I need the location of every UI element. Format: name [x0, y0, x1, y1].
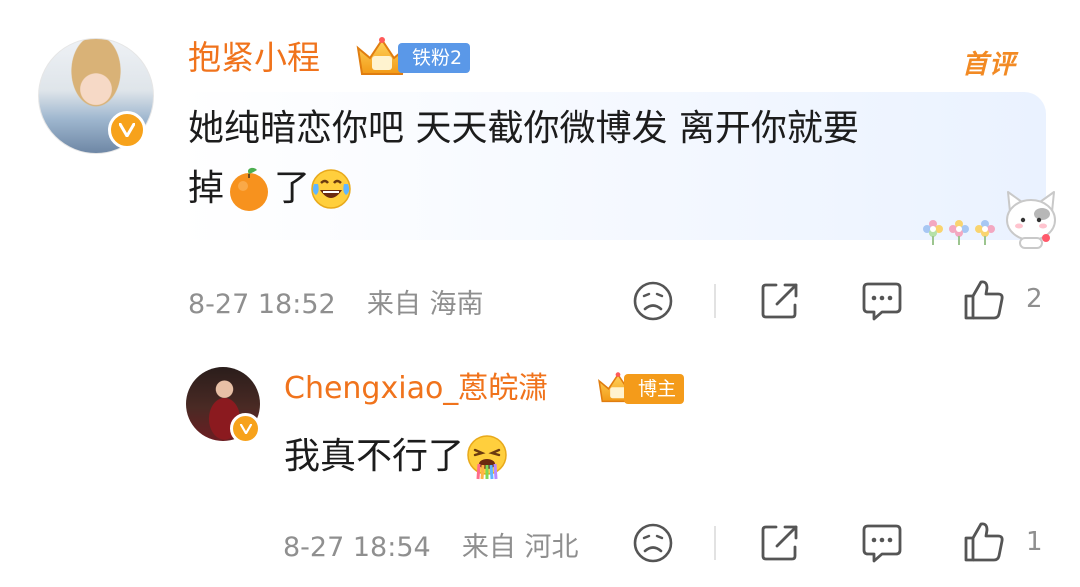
fan-badge: 铁粉2	[398, 43, 471, 73]
comment-button[interactable]	[858, 520, 906, 566]
vomit-rainbow-emoji	[467, 435, 507, 480]
verified-icon	[108, 111, 146, 149]
comment-icon	[862, 282, 902, 321]
comment-meta: 8-27 18:52 来自 海南	[188, 282, 483, 321]
username[interactable]: Chengxiao_蒽皖潇	[284, 369, 548, 409]
verified-icon	[230, 413, 261, 444]
reply-location: 来自 河北	[461, 532, 579, 563]
like-button[interactable]	[960, 518, 1008, 566]
dislike-button[interactable]	[630, 520, 676, 566]
like-count: 1	[1026, 527, 1043, 557]
flower-decoration	[922, 218, 996, 246]
share-button[interactable]	[756, 278, 804, 324]
author-badge: 博主	[624, 374, 685, 404]
like-icon	[964, 280, 1004, 320]
comment-text-line2: 掉 了	[188, 160, 352, 218]
sad-face-icon	[633, 281, 673, 321]
tangerine-emoji	[230, 167, 269, 211]
sad-face-icon	[633, 523, 673, 563]
reply-text-line: 我真不行了	[284, 428, 510, 486]
reply-time: 8-27 18:54	[283, 532, 431, 563]
comment-icon	[862, 524, 902, 563]
divider	[714, 284, 716, 318]
comment-text: 她纯暗恋你吧 天天截你微博发 离开你就要	[188, 108, 859, 149]
flower-icon	[949, 220, 969, 245]
flower-icon	[975, 220, 995, 245]
comment-button[interactable]	[858, 278, 906, 324]
cat-sticker-icon	[1006, 191, 1056, 249]
laugh-cry-emoji	[311, 169, 351, 209]
share-icon	[761, 283, 798, 319]
flower-icon	[923, 220, 943, 245]
like-button[interactable]	[960, 276, 1008, 324]
comment-location: 来自 海南	[366, 289, 484, 320]
dislike-button[interactable]	[630, 278, 676, 324]
share-button[interactable]	[756, 520, 804, 566]
reply-text: 我真不行了	[284, 436, 465, 477]
reply-meta: 8-27 18:54 来自 河北	[283, 525, 578, 564]
divider	[714, 526, 716, 560]
username[interactable]: 抱紧小程	[188, 38, 320, 78]
comment-text-fragment: 了	[274, 168, 311, 209]
first-comment-tag: 首评	[962, 50, 1017, 80]
like-count: 2	[1026, 284, 1043, 314]
share-icon	[761, 525, 798, 561]
comment-time: 8-27 18:52	[188, 289, 336, 320]
comment-text-fragment: 掉	[188, 168, 225, 209]
like-icon	[964, 522, 1004, 562]
